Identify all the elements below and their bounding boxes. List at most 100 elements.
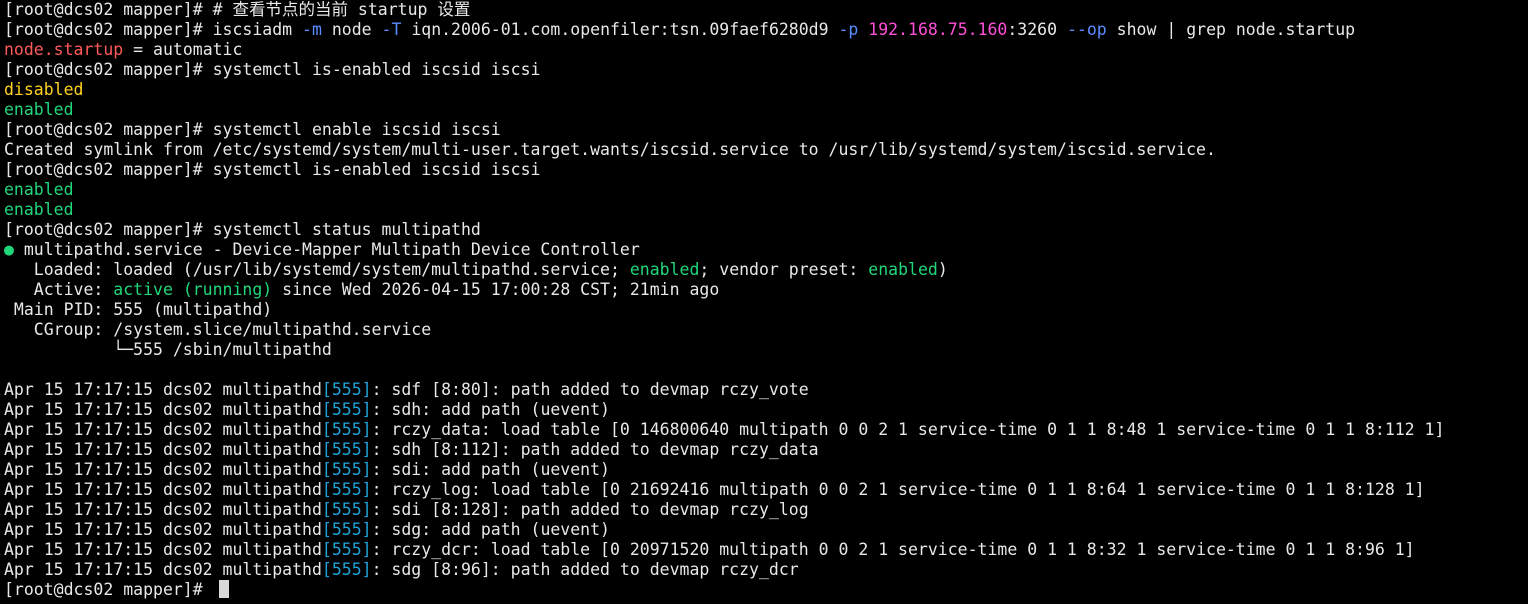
terminal-text-segment: [555] <box>321 400 372 419</box>
terminal-line: Apr 15 17:17:15 dcs02 multipathd[555]: s… <box>0 440 1528 460</box>
terminal-text-segment: enabled <box>4 180 74 199</box>
terminal-text-segment: enabled <box>4 100 74 119</box>
terminal-line: Apr 15 17:17:15 dcs02 multipathd[555]: s… <box>0 560 1528 580</box>
terminal-text-segment: Apr 15 17:17:15 dcs02 multipathd <box>4 540 322 559</box>
terminal-text-segment: [555] <box>321 560 372 579</box>
terminal-line: Active: active (running) since Wed 2026-… <box>0 280 1528 300</box>
terminal-text-segment: [555] <box>321 500 372 519</box>
terminal-line: Apr 15 17:17:15 dcs02 multipathd[555]: s… <box>0 380 1528 400</box>
terminal-line: [root@dcs02 mapper]# systemctl is-enable… <box>0 160 1528 180</box>
terminal-text-segment: : rczy_log: load table [0 21692416 multi… <box>371 480 1425 499</box>
terminal-line: ● multipathd.service - Device-Mapper Mul… <box>0 240 1528 260</box>
terminal-text-segment: disabled <box>4 80 84 99</box>
terminal-text-segment: : rczy_dcr: load table [0 20971520 multi… <box>371 540 1415 559</box>
terminal-line: CGroup: /system.slice/multipathd.service <box>0 320 1528 340</box>
terminal-text-segment: [root@dcs02 mapper]# <box>4 0 213 19</box>
terminal-text-segment: enabled <box>868 260 938 279</box>
terminal-text-segment: : sdh: add path (uevent) <box>371 400 610 419</box>
terminal-text-segment: = automatic <box>123 40 243 59</box>
terminal-text-segment: node.startup <box>4 40 124 59</box>
terminal-text-segment: Main PID: 555 (multipathd) <box>4 300 273 319</box>
terminal-text-segment: Apr 15 17:17:15 dcs02 multipathd <box>4 440 322 459</box>
terminal-text-segment: Apr 15 17:17:15 dcs02 multipathd <box>4 480 322 499</box>
terminal-line: [root@dcs02 mapper]# systemctl is-enable… <box>0 60 1528 80</box>
terminal-text-segment: 192.168.75.160 <box>868 20 1008 39</box>
terminal-text-segment: systemctl is-enabled iscsid iscsi <box>212 160 541 179</box>
terminal-text-segment: [root@dcs02 mapper]# <box>4 160 213 179</box>
prompt-text: [root@dcs02 mapper]# <box>4 580 213 599</box>
terminal-text-segment: systemctl is-enabled iscsid iscsi <box>212 60 541 79</box>
terminal-text-segment: enabled <box>4 200 74 219</box>
terminal-text-segment: --op <box>1066 20 1107 39</box>
terminal-line: enabled <box>0 100 1528 120</box>
terminal-text-segment: CGroup: /system.slice/multipathd.service <box>4 320 432 339</box>
terminal-text-segment: [555] <box>321 420 372 439</box>
terminal-text-segment: [root@dcs02 mapper]# <box>4 120 213 139</box>
terminal-text-segment: [root@dcs02 mapper]# <box>4 20 213 39</box>
terminal-text-segment: [555] <box>321 520 372 539</box>
terminal-text-segment: [root@dcs02 mapper]# <box>4 60 213 79</box>
terminal-text-segment: [555] <box>321 380 372 399</box>
terminal-text-segment: [555] <box>321 460 372 479</box>
terminal-line: [root@dcs02 mapper]# systemctl status mu… <box>0 220 1528 240</box>
terminal-line: Apr 15 17:17:15 dcs02 multipathd[555]: s… <box>0 400 1528 420</box>
terminal-text-segment: [555] <box>321 440 372 459</box>
terminal-text-segment: : sdi [8:128]: path added to devmap rczy… <box>371 500 809 519</box>
terminal-text-segment: Created symlink from /etc/systemd/system… <box>4 140 1216 159</box>
terminal-text-segment: : sdi: add path (uevent) <box>371 460 610 479</box>
terminal-line: Apr 15 17:17:15 dcs02 multipathd[555]: r… <box>0 540 1528 560</box>
terminal-text-segment: Active: <box>4 280 114 299</box>
terminal-line: Created symlink from /etc/systemd/system… <box>0 140 1528 160</box>
terminal-text-segment: : sdh [8:112]: path added to devmap rczy… <box>371 440 819 459</box>
terminal-line: [root@dcs02 mapper]# # 查看节点的当前 startup 设… <box>0 0 1528 20</box>
terminal-text-segment: Loaded: loaded (/usr/lib/systemd/system/… <box>4 260 630 279</box>
terminal-line: Loaded: loaded (/usr/lib/systemd/system/… <box>0 260 1528 280</box>
terminal-line: node.startup = automatic <box>0 40 1528 60</box>
terminal-text-segment: systemctl enable iscsid iscsi <box>212 120 501 139</box>
terminal-text-segment: : sdg [8:96]: path added to devmap rczy_… <box>371 560 799 579</box>
terminal-text-segment: iqn.2006-01.com.openfiler:tsn.09faef6280… <box>401 20 839 39</box>
terminal-line: Main PID: 555 (multipathd) <box>0 300 1528 320</box>
terminal-line: Apr 15 17:17:15 dcs02 multipathd[555]: s… <box>0 500 1528 520</box>
terminal-text-segment: multipathd.service - Device-Mapper Multi… <box>13 240 640 259</box>
terminal-window[interactable]: [root@dcs02 mapper]# # 查看节点的当前 startup 设… <box>0 0 1528 604</box>
terminal-line: enabled <box>0 180 1528 200</box>
terminal-text-segment: ; vendor preset: <box>699 260 869 279</box>
terminal-line: [root@dcs02 mapper]# systemctl enable is… <box>0 120 1528 140</box>
terminal-input-line[interactable]: [root@dcs02 mapper]# <box>0 580 1528 600</box>
terminal-line: Apr 15 17:17:15 dcs02 multipathd[555]: s… <box>0 520 1528 540</box>
terminal-output: [root@dcs02 mapper]# # 查看节点的当前 startup 设… <box>0 0 1528 580</box>
terminal-line: enabled <box>0 200 1528 220</box>
terminal-line: [root@dcs02 mapper]# iscsiadm -m node -T… <box>0 20 1528 40</box>
terminal-text-segment: Apr 15 17:17:15 dcs02 multipathd <box>4 560 322 579</box>
terminal-text-segment: active (running) <box>113 280 273 299</box>
terminal-line: Apr 15 17:17:15 dcs02 multipathd[555]: s… <box>0 460 1528 480</box>
terminal-text-segment: [root@dcs02 mapper]# <box>4 220 213 239</box>
terminal-line: disabled <box>0 80 1528 100</box>
terminal-text-segment: [555] <box>321 540 372 559</box>
terminal-text-segment: # 查看节点的当前 startup 设置 <box>212 0 471 19</box>
terminal-text-segment: └─555 /sbin/multipathd <box>4 340 332 359</box>
terminal-text-segment: iscsiadm <box>212 20 303 39</box>
terminal-text-segment: Apr 15 17:17:15 dcs02 multipathd <box>4 400 322 419</box>
terminal-text-segment: Apr 15 17:17:15 dcs02 multipathd <box>4 380 322 399</box>
terminal-text-segment: [555] <box>321 480 372 499</box>
terminal-text-segment: : sdf [8:80]: path added to devmap rczy_… <box>371 380 809 399</box>
terminal-line: Apr 15 17:17:15 dcs02 multipathd[555]: r… <box>0 480 1528 500</box>
terminal-line: Apr 15 17:17:15 dcs02 multipathd[555]: r… <box>0 420 1528 440</box>
terminal-text-segment: since Wed 2026-04-15 17:00:28 CST; 21min… <box>272 280 720 299</box>
terminal-text-segment: -p <box>838 20 859 39</box>
terminal-text-segment: Apr 15 17:17:15 dcs02 multipathd <box>4 500 322 519</box>
terminal-text-segment: ● <box>4 240 14 259</box>
terminal-line: └─555 /sbin/multipathd <box>0 340 1528 360</box>
terminal-text-segment: show | grep node.startup <box>1106 20 1356 39</box>
text-cursor[interactable] <box>218 580 229 598</box>
terminal-text-segment: enabled <box>629 260 700 279</box>
terminal-text-segment: : sdg: add path (uevent) <box>371 520 610 539</box>
terminal-text-segment: Apr 15 17:17:15 dcs02 multipathd <box>4 520 322 539</box>
terminal-text-segment: -m <box>302 20 322 39</box>
terminal-text-segment: systemctl status multipathd <box>212 220 481 239</box>
terminal-text-segment: :3260 <box>1007 20 1067 39</box>
